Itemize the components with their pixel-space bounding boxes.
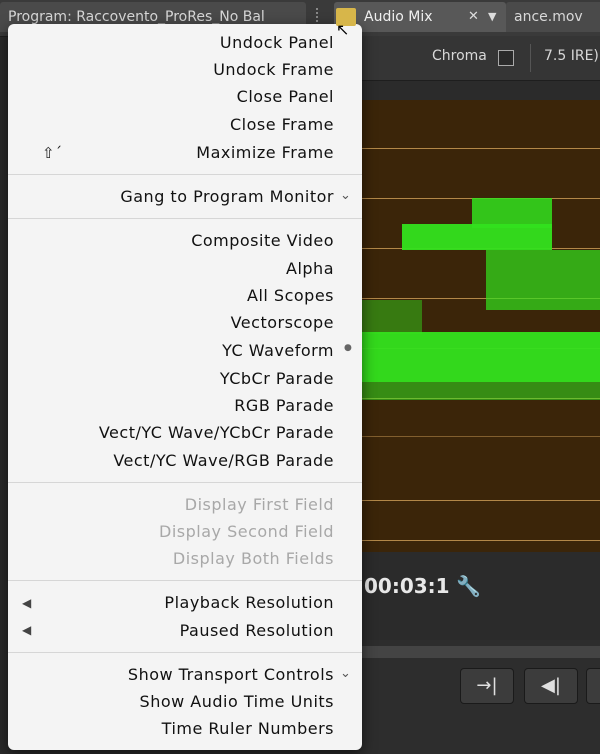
scope-gridline: [362, 436, 600, 437]
play-button-icon[interactable]: [586, 668, 600, 704]
ire-setup-label[interactable]: 7.5 IRE): [544, 48, 599, 64]
menu-item-undock-panel[interactable]: Undock Panel: [220, 30, 334, 56]
tab-audio-mixer-label: Audio Mix: [364, 9, 433, 25]
waveform-trace: [362, 382, 600, 400]
checkmark-icon: ⌄: [340, 666, 351, 681]
waveform-trace: [362, 332, 600, 382]
scope-gridline: [362, 540, 600, 541]
timecode-bar: 00:03:1 🔧: [360, 558, 600, 628]
scope-gridline: [362, 148, 600, 149]
go-to-out-point-icon[interactable]: →|: [460, 668, 514, 704]
menu-item-vect-yc-wave-ycbcr-parade[interactable]: Vect/YC Wave/YCbCr Parade: [99, 420, 334, 446]
menu-item-ycbcr-parade[interactable]: YCbCr Parade: [220, 366, 334, 392]
menu-separator: [8, 652, 362, 653]
menu-item-paused-resolution[interactable]: Paused Resolution: [180, 618, 334, 644]
mouse-cursor-icon: ↖: [336, 20, 350, 39]
divider: [530, 44, 531, 72]
menu-item-display-first-field: Display First Field: [184, 495, 334, 514]
menu-item-vect-yc-wave-rgb-parade[interactable]: Vect/YC Wave/RGB Parade: [113, 448, 334, 474]
close-tab-icon[interactable]: ✕: [468, 8, 484, 26]
menu-item-undock-frame[interactable]: Undock Frame: [213, 57, 334, 83]
panel-context-menu: Undock Panel Undock Frame Close Panel Cl…: [8, 24, 362, 750]
menu-item-show-transport-controls[interactable]: Show Transport Controls: [128, 662, 334, 688]
timecode-display[interactable]: 00:03:1: [364, 574, 450, 598]
tab-dropdown-icon[interactable]: ▼: [488, 10, 496, 23]
waveform-trace: [486, 250, 600, 310]
time-ruler[interactable]: [360, 646, 600, 658]
menu-item-close-frame[interactable]: Close Frame: [230, 112, 334, 138]
waveform-trace: [472, 198, 552, 228]
menu-item-yc-waveform[interactable]: YC Waveform: [222, 338, 334, 364]
scope-options-bar: Chroma 7.5 IRE): [360, 36, 600, 81]
menu-item-maximize-frame[interactable]: Maximize Frame: [196, 140, 334, 166]
menu-item-time-ruler-numbers[interactable]: Time Ruler Numbers: [162, 716, 334, 742]
menu-separator: [8, 580, 362, 581]
step-back-icon[interactable]: ◀|: [524, 668, 578, 704]
yc-waveform-scope: [362, 100, 600, 552]
menu-item-playback-resolution[interactable]: Playback Resolution: [164, 590, 334, 616]
submenu-arrow-icon: ◀: [22, 623, 32, 637]
menu-item-gang-to-program-monitor[interactable]: Gang to Program Monitor: [120, 184, 334, 210]
menu-item-composite-video[interactable]: Composite Video: [191, 228, 334, 254]
chroma-checkbox[interactable]: [498, 50, 514, 66]
chroma-label: Chroma: [432, 48, 487, 64]
menu-separator: [8, 174, 362, 175]
tab-sequence[interactable]: ance.mov: [506, 2, 600, 32]
menu-item-all-scopes[interactable]: All Scopes: [247, 283, 334, 309]
submenu-arrow-icon: ◀: [22, 596, 32, 610]
menu-item-close-panel[interactable]: Close Panel: [237, 84, 334, 110]
waveform-trace: [362, 300, 422, 334]
checkmark-icon: ⌄: [340, 188, 351, 203]
selected-bullet-icon: ●: [344, 343, 352, 353]
transport-controls: →| ◀|: [360, 640, 600, 754]
menu-item-display-second-field: Display Second Field: [159, 522, 334, 541]
menu-item-rgb-parade[interactable]: RGB Parade: [234, 393, 334, 419]
menu-item-alpha[interactable]: Alpha: [286, 256, 334, 282]
menu-item-vectorscope[interactable]: Vectorscope: [231, 310, 334, 336]
menu-separator: [8, 218, 362, 219]
menu-item-show-audio-time-units[interactable]: Show Audio Time Units: [140, 689, 334, 715]
wrench-icon[interactable]: 🔧: [456, 574, 481, 598]
menu-separator: [8, 482, 362, 483]
shortcut-label: ⇧´: [42, 144, 63, 162]
menu-item-display-both-fields: Display Both Fields: [172, 549, 334, 568]
scope-gridline: [362, 500, 600, 501]
